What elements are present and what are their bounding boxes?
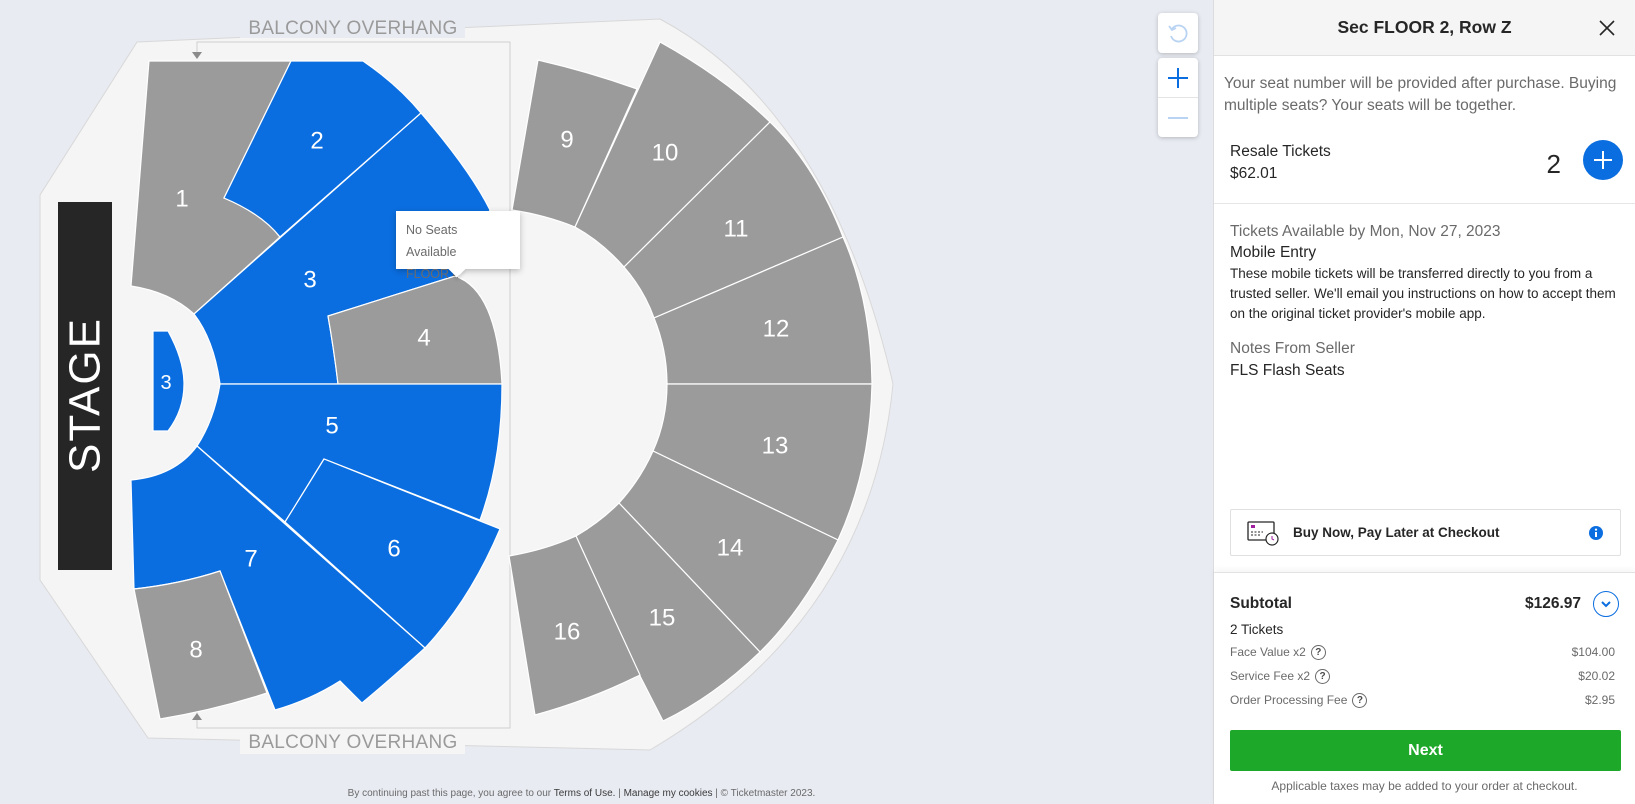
balcony-overhang-label-top: BALCONY OVERHANG bbox=[248, 18, 457, 39]
seller-notes-value: FLS Flash Seats bbox=[1230, 362, 1345, 379]
zoom-in-button[interactable] bbox=[1158, 58, 1198, 97]
fee-value: $104.00 bbox=[1571, 645, 1615, 659]
section-tooltip: No Seats Available FLOOR 4 bbox=[396, 211, 520, 281]
help-icon[interactable]: ? bbox=[1315, 668, 1331, 684]
ticket-type-row: Resale Tickets $62.01 2 bbox=[1214, 127, 1635, 204]
balcony-overhang-label-bottom: BALCONY OVERHANG bbox=[248, 732, 457, 753]
fee-label: Face Value x2 bbox=[1230, 645, 1306, 659]
panel-title: Sec FLOOR 2, Row Z bbox=[1337, 17, 1512, 37]
fee-row-face-value: Face Value x2? $104.00 bbox=[1230, 640, 1619, 664]
fee-label: Service Fee x2 bbox=[1230, 669, 1311, 683]
minus-icon bbox=[1168, 116, 1188, 119]
chevron-down-icon bbox=[1601, 601, 1611, 608]
subtotal-label: Subtotal bbox=[1230, 595, 1292, 612]
panel-header: Sec FLOOR 2, Row Z bbox=[1214, 0, 1635, 56]
terms-of-use-link[interactable]: Terms of Use. bbox=[554, 788, 616, 799]
seat-map[interactable]: BALCONY OVERHANG BALCONY OVERHANG STAGE … bbox=[0, 0, 1163, 804]
ticket-count: 2 Tickets bbox=[1230, 622, 1284, 637]
fee-row-order-processing: Order Processing Fee? $2.95 bbox=[1230, 688, 1619, 712]
seat-number-note: Your seat number will be provided after … bbox=[1224, 75, 1617, 114]
next-button[interactable]: Next bbox=[1230, 730, 1621, 771]
increase-quantity-button[interactable] bbox=[1583, 140, 1623, 180]
tooltip-section: FLOOR 4 bbox=[406, 267, 460, 281]
reset-map-button[interactable] bbox=[1158, 13, 1198, 53]
delivery-method-description: These mobile tickets will be transferred… bbox=[1230, 266, 1616, 321]
ticket-details: Tickets Available by Mon, Nov 27, 2023 M… bbox=[1214, 204, 1635, 383]
seller-notes-label: Notes From Seller bbox=[1230, 340, 1355, 357]
manage-cookies-link[interactable]: Manage my cookies bbox=[624, 788, 713, 799]
footer-prefix: By continuing past this page, you agree … bbox=[347, 788, 554, 799]
ticket-detail-panel: Sec FLOOR 2, Row Z Your seat number will… bbox=[1213, 0, 1635, 804]
info-icon[interactable] bbox=[1588, 525, 1604, 541]
tooltip-status: No Seats Available bbox=[406, 223, 458, 259]
delivery-method-title: Mobile Entry bbox=[1230, 244, 1317, 261]
expand-summary-button[interactable] bbox=[1593, 591, 1619, 617]
help-icon[interactable]: ? bbox=[1352, 692, 1368, 708]
tax-note: Applicable taxes may be added to your or… bbox=[1271, 779, 1578, 793]
fee-value: $2.95 bbox=[1584, 693, 1615, 707]
subtotal-value: $126.97 bbox=[1524, 595, 1581, 612]
stage-label: STAGE bbox=[61, 317, 110, 473]
zoom-out-button[interactable] bbox=[1158, 97, 1198, 137]
pay-later-label: Buy Now, Pay Later at Checkout bbox=[1293, 525, 1500, 540]
plus-icon bbox=[1594, 151, 1612, 169]
help-icon[interactable]: ? bbox=[1310, 644, 1326, 660]
reset-icon bbox=[1168, 24, 1188, 43]
fee-label: Order Processing Fee bbox=[1230, 693, 1348, 707]
seat-map-area[interactable]: BALCONY OVERHANG BALCONY OVERHANG STAGE … bbox=[0, 0, 1163, 804]
subtotal-row: Subtotal $126.97 bbox=[1230, 591, 1619, 617]
close-icon[interactable] bbox=[1595, 16, 1619, 40]
buy-now-pay-later-banner[interactable]: Buy Now, Pay Later at Checkout bbox=[1230, 509, 1621, 556]
footer: By continuing past this page, you agree … bbox=[0, 788, 1163, 799]
footer-separator: | bbox=[615, 788, 624, 799]
fee-value: $20.02 bbox=[1578, 669, 1615, 683]
plus-icon bbox=[1168, 67, 1188, 88]
fee-row-service-fee: Service Fee x2? $20.02 bbox=[1230, 664, 1619, 688]
ticket-quantity: 2 bbox=[1546, 149, 1561, 179]
order-summary: Subtotal $126.97 2 Tickets Face Value x2… bbox=[1214, 572, 1635, 804]
footer-copyright: | © Ticketmaster 2023. bbox=[712, 788, 816, 799]
availability-date: Tickets Available by Mon, Nov 27, 2023 bbox=[1230, 223, 1501, 240]
pay-later-card-icon bbox=[1247, 520, 1279, 546]
zoom-controls bbox=[1158, 58, 1198, 137]
